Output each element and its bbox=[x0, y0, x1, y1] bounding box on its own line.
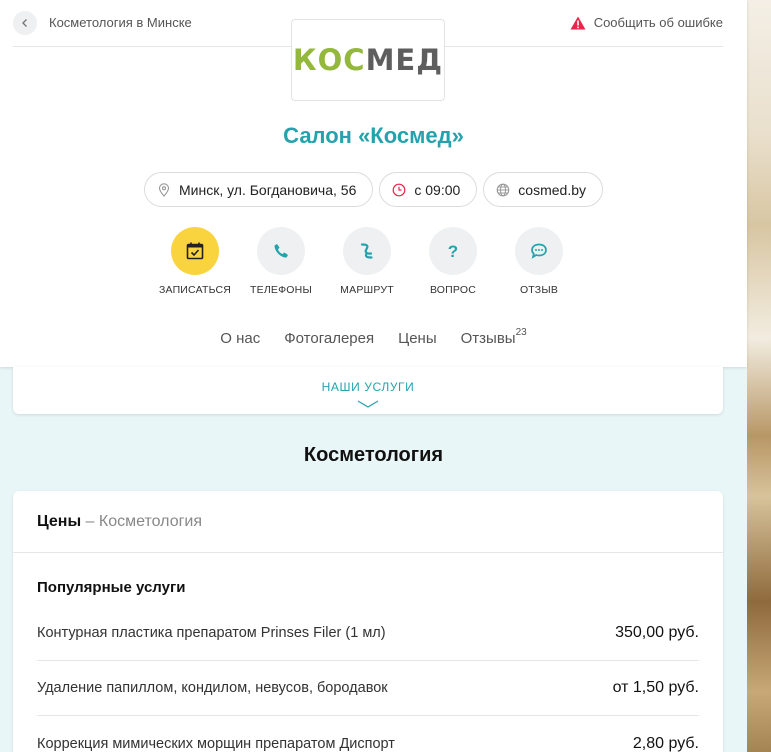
website-pill[interactable]: cosmed.by bbox=[483, 172, 603, 207]
prices-header-bold: Цены bbox=[37, 513, 82, 530]
services-label: НАШИ УСЛУГИ bbox=[321, 380, 415, 394]
location-pin-icon bbox=[158, 182, 170, 197]
report-error-link[interactable]: Сообщить об ошибке bbox=[570, 15, 723, 30]
chat-bubble-icon bbox=[531, 243, 547, 259]
page-title: Салон «Космед» bbox=[283, 123, 464, 148]
review-button[interactable]: ОТЗЫВ bbox=[496, 227, 582, 296]
service-name: Коррекция мимических морщин препаратом Д… bbox=[37, 735, 395, 752]
website-text: cosmed.by bbox=[518, 181, 586, 198]
question-icon: ? bbox=[448, 242, 458, 261]
service-price: 350,00 руб. bbox=[615, 624, 699, 641]
question-label: ВОПРОС bbox=[429, 284, 477, 296]
tab-reviews[interactable]: Отзывы23 bbox=[460, 327, 527, 347]
address-text: Минск, ул. Богдановича, 56 bbox=[178, 181, 357, 198]
tab-prices[interactable]: Цены bbox=[398, 330, 437, 347]
prices-header-category: – Косметология bbox=[81, 513, 203, 530]
question-button[interactable]: ? ВОПРОС bbox=[410, 227, 496, 296]
book-button[interactable]: ЗАПИСАТЬСЯ bbox=[152, 227, 238, 296]
report-error-label: Сообщить об ошибке bbox=[593, 15, 723, 30]
prices-header: Цены – Косметология bbox=[13, 491, 723, 553]
salon-header-card: Косметология в Минске Сообщить об ошибке… bbox=[0, 0, 747, 367]
section-tabs: О нас Фотогалерея Цены Отзывы23 bbox=[0, 327, 747, 347]
review-label: ОТЗЫВ bbox=[519, 284, 559, 296]
price-row[interactable]: Удаление папиллом, кондилом, невусов, бо… bbox=[37, 661, 699, 716]
address-pill[interactable]: Минск, ул. Богдановича, 56 bbox=[143, 172, 374, 207]
service-name: Удаление папиллом, кондилом, невусов, бо… bbox=[37, 680, 388, 696]
tab-about[interactable]: О нас bbox=[220, 330, 260, 347]
tab-reviews-label: Отзывы bbox=[460, 330, 516, 347]
warning-icon bbox=[570, 16, 586, 29]
phones-label: ТЕЛЕФОНЫ bbox=[250, 284, 312, 296]
service-price: 2,80 руб. bbox=[632, 734, 699, 752]
chevron-left-icon bbox=[22, 19, 27, 27]
action-buttons: ЗАПИСАТЬСЯ ТЕЛЕФОНЫ МАРШРУТ ? ВОПРОС ОТЗ… bbox=[152, 227, 582, 296]
popular-services-heading: Популярные услуги bbox=[37, 579, 186, 596]
reviews-count-badge: 23 bbox=[515, 327, 527, 338]
route-icon bbox=[360, 243, 373, 259]
route-label: МАРШРУТ bbox=[340, 284, 394, 296]
book-label: ЗАПИСАТЬСЯ bbox=[158, 284, 232, 296]
services-dropdown[interactable]: НАШИ УСЛУГИ bbox=[13, 367, 723, 414]
logo-part-2: МЕД bbox=[365, 43, 444, 77]
background-photo bbox=[747, 0, 771, 752]
phones-button[interactable]: ТЕЛЕФОНЫ bbox=[238, 227, 324, 296]
logo-part-1: КОС bbox=[292, 43, 366, 77]
service-name: Контурная пластика препаратом Prinses Fi… bbox=[37, 625, 386, 641]
salon-logo: КОСМЕД bbox=[291, 19, 445, 101]
prices-card: Цены – Косметология Популярные услуги Ко… bbox=[13, 491, 723, 752]
info-pills: Минск, ул. Богдановича, 56 с 09:00 cosme… bbox=[0, 172, 747, 207]
chevron-down-icon bbox=[357, 400, 379, 408]
globe-icon bbox=[496, 183, 510, 196]
hours-text: с 09:00 bbox=[414, 181, 461, 198]
route-button[interactable]: МАРШРУТ bbox=[324, 227, 410, 296]
clock-icon bbox=[392, 183, 406, 196]
calendar-check-icon bbox=[186, 242, 204, 260]
service-price: от 1,50 руб. bbox=[612, 679, 699, 696]
section-heading: Косметология bbox=[303, 444, 444, 466]
breadcrumb[interactable]: Косметология в Минске bbox=[49, 15, 192, 30]
tab-gallery[interactable]: Фотогалерея bbox=[284, 330, 374, 347]
back-button[interactable] bbox=[13, 11, 37, 35]
price-row[interactable]: Контурная пластика препаратом Prinses Fi… bbox=[37, 606, 699, 661]
price-row[interactable]: Коррекция мимических морщин препаратом Д… bbox=[37, 716, 699, 752]
phone-icon bbox=[274, 244, 288, 258]
hours-pill[interactable]: с 09:00 bbox=[379, 172, 478, 207]
svg-text:?: ? bbox=[448, 242, 458, 261]
